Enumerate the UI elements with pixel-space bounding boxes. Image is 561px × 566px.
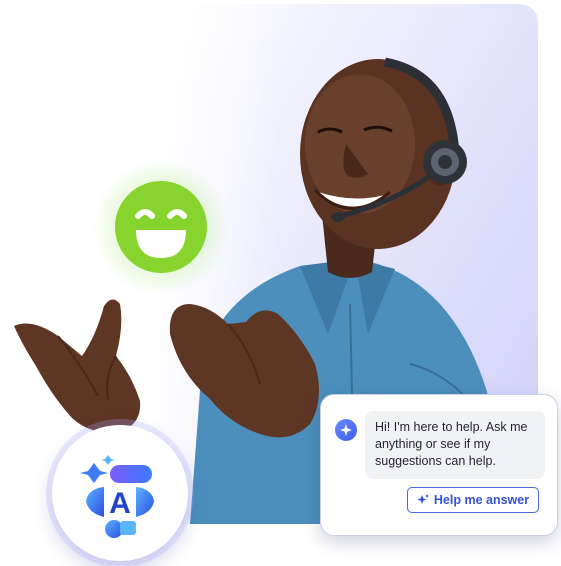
help-me-answer-label: Help me answer (433, 493, 530, 507)
assistant-logo-icon: A (80, 455, 154, 538)
svg-text:A: A (109, 487, 131, 520)
help-me-answer-button[interactable]: Help me answer (407, 487, 539, 513)
hand-illustration (14, 299, 141, 433)
sparkle-icon (340, 424, 352, 436)
bot-avatar (335, 419, 357, 441)
smiley-face-icon (115, 181, 207, 273)
chat-message: Hi! I'm here to help. Ask me anything or… (365, 411, 545, 479)
sparkle-icon (417, 494, 429, 504)
assistant-logo-badge: A (52, 425, 188, 561)
chat-widget: Hi! I'm here to help. Ask me anything or… (320, 394, 558, 536)
